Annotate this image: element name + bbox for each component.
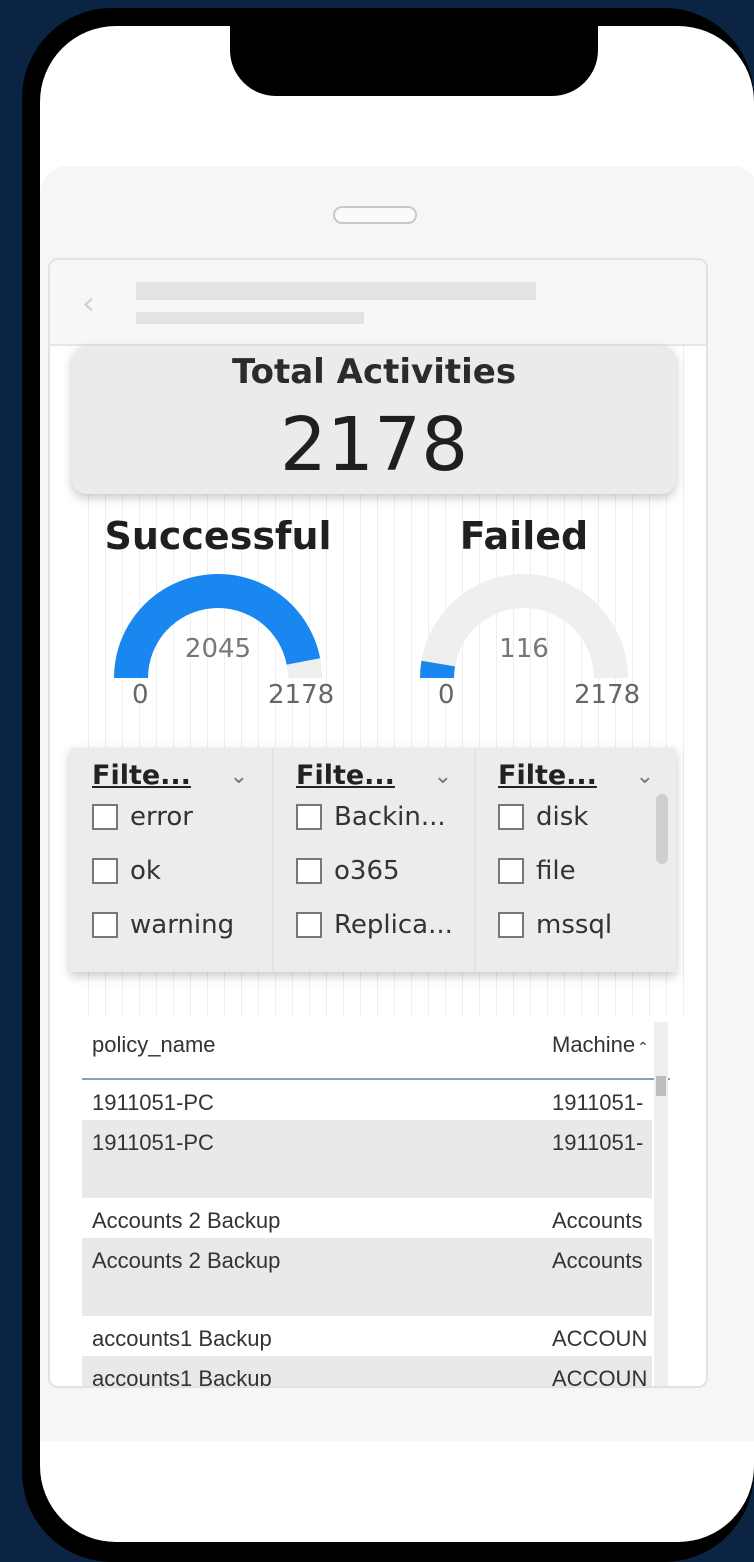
- policy-table: policy_name Machine ⌃ 1911051-PC 1911051-…: [78, 1016, 678, 1388]
- table-row[interactable]: Accounts 2 Backup Accounts: [82, 1238, 652, 1316]
- slicer-option[interactable]: ok: [92, 856, 161, 896]
- cell-policy-name: 1911051-PC: [92, 1130, 214, 1155]
- chevron-down-icon[interactable]: ⌄: [636, 764, 654, 789]
- gauge-value: 2045: [184, 634, 252, 664]
- checkbox[interactable]: [92, 858, 118, 884]
- checkbox[interactable]: [296, 858, 322, 884]
- subtitle-placeholder: [136, 312, 364, 324]
- option-label: mssql: [536, 910, 613, 940]
- table-row[interactable]: Accounts 2 Backup Accounts: [82, 1198, 652, 1238]
- slicer-header[interactable]: Filte...: [498, 760, 597, 791]
- table-row[interactable]: 1911051-PC 1911051-: [82, 1080, 652, 1120]
- option-label: Replica...: [334, 910, 453, 940]
- table-row[interactable]: 1911051-PC 1911051-: [82, 1120, 652, 1198]
- report-panel: ‹ Total Activities 2178 Successful 2045 …: [48, 258, 708, 1388]
- slicer-header[interactable]: Filte...: [92, 760, 191, 791]
- column-header-machine[interactable]: Machine ⌃: [552, 1032, 649, 1058]
- slicer-option[interactable]: error: [92, 802, 193, 842]
- back-icon[interactable]: ‹: [82, 284, 95, 322]
- checkbox[interactable]: [498, 804, 524, 830]
- gauge-title: Failed: [459, 514, 589, 558]
- option-label: error: [130, 802, 193, 832]
- cell-policy-name: Accounts 2 Backup: [92, 1248, 281, 1273]
- gauge-value: 116: [499, 634, 549, 664]
- slicer-status: Filte... ⌄ error ok warning: [70, 748, 270, 972]
- column-header-policy-name[interactable]: policy_name: [92, 1032, 216, 1058]
- cell-machine: Accounts: [552, 1208, 643, 1233]
- chevron-down-icon[interactable]: ⌄: [230, 764, 248, 789]
- table-scrollbar[interactable]: [654, 1022, 668, 1386]
- slicer-option[interactable]: Replica...: [296, 910, 453, 950]
- failed-gauge[interactable]: Failed 116 0 2178: [394, 514, 654, 714]
- slicer-option[interactable]: Backin...: [296, 802, 446, 842]
- gauge-min: 0: [438, 680, 455, 710]
- gauge-max: 2178: [574, 680, 641, 710]
- successful-gauge[interactable]: Successful 2045 0 2178: [88, 514, 348, 714]
- slicer-header[interactable]: Filte...: [296, 760, 395, 791]
- kpi-value: 2178: [279, 402, 469, 488]
- filter-slicers: Filte... ⌄ error ok warning Filte... ⌄ B…: [70, 748, 676, 972]
- sort-ascending-icon[interactable]: ⌃: [637, 1039, 649, 1055]
- sheet-grabber[interactable]: [333, 206, 417, 224]
- gauge-max: 2178: [268, 680, 335, 710]
- cell-machine: 1911051-: [552, 1130, 644, 1155]
- option-label: ok: [130, 856, 161, 886]
- option-label: warning: [130, 910, 235, 940]
- table-scroll-thumb[interactable]: [656, 1076, 666, 1096]
- cell-machine: ACCOUN: [552, 1326, 648, 1351]
- slicer-type: Filte... ⌄ Backin... o365 Replica...: [272, 748, 474, 972]
- title-placeholder: [136, 282, 536, 300]
- slicer-option[interactable]: warning: [92, 910, 234, 950]
- gauge-min: 0: [132, 680, 149, 710]
- table-row[interactable]: accounts1 Backup ACCOUN: [82, 1316, 652, 1356]
- slicer-option[interactable]: disk: [498, 802, 588, 842]
- gauge-title: Successful: [104, 514, 332, 558]
- kpi-title: Total Activities: [231, 352, 517, 392]
- gauge-arc: [114, 574, 322, 678]
- gauge-arc: [420, 574, 628, 678]
- option-label: file: [536, 856, 576, 886]
- report-header: ‹: [50, 260, 706, 346]
- checkbox[interactable]: [296, 804, 322, 830]
- slicer-option[interactable]: mssql: [498, 910, 612, 950]
- slicer-option[interactable]: file: [498, 856, 576, 896]
- cell-policy-name: accounts1 Backup: [92, 1366, 272, 1388]
- phone-notch: [230, 26, 598, 96]
- checkbox[interactable]: [498, 912, 524, 938]
- table-row[interactable]: accounts1 Backup ACCOUN: [82, 1356, 652, 1388]
- slicer-source: Filte... ⌄ disk file mssql: [474, 748, 676, 972]
- cell-policy-name: 1911051-PC: [92, 1090, 214, 1115]
- slicer-option[interactable]: o365: [296, 856, 400, 896]
- slicer-scrollbar[interactable]: [656, 794, 668, 864]
- checkbox[interactable]: [92, 804, 118, 830]
- total-activities-card[interactable]: Total Activities 2178: [72, 346, 676, 494]
- cell-machine: ACCOUN: [552, 1366, 648, 1388]
- cell-policy-name: accounts1 Backup: [92, 1326, 272, 1351]
- cell-machine: Accounts: [552, 1248, 643, 1273]
- cell-machine: 1911051-: [552, 1090, 644, 1115]
- option-label: o365: [334, 856, 400, 886]
- chevron-down-icon[interactable]: ⌄: [434, 764, 452, 789]
- option-label: Backin...: [334, 802, 446, 832]
- column-header-label: Machine: [552, 1032, 636, 1057]
- option-label: disk: [536, 802, 589, 832]
- cell-policy-name: Accounts 2 Backup: [92, 1208, 281, 1233]
- checkbox[interactable]: [296, 912, 322, 938]
- checkbox[interactable]: [92, 912, 118, 938]
- checkbox[interactable]: [498, 858, 524, 884]
